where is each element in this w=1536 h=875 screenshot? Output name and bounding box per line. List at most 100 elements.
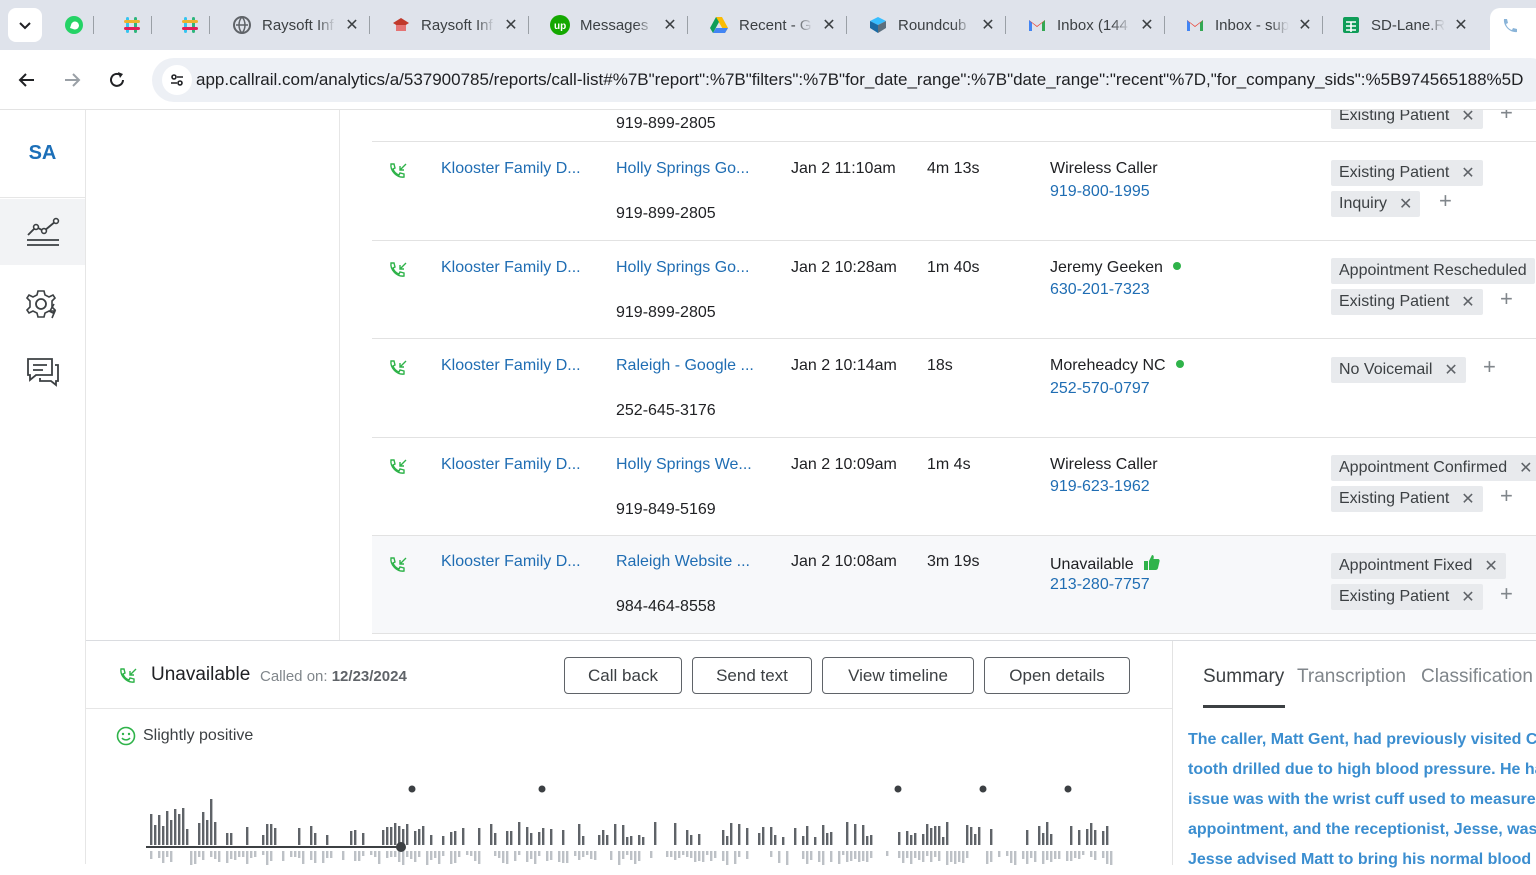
tab-roundcube[interactable]: Roundcub ✕ <box>868 8 1006 42</box>
send-text-button[interactable]: Send text <box>692 657 812 694</box>
remove-tag-icon[interactable]: ✕ <box>1399 194 1412 214</box>
remove-tag-icon[interactable]: ✕ <box>1461 110 1474 126</box>
source-link[interactable]: Holly Springs Go... <box>616 160 749 178</box>
waveform-bar-bottom <box>714 851 717 858</box>
table-row[interactable]: 919-899-2805 Existing Patient ✕ + <box>372 110 1536 142</box>
remove-tag-icon[interactable]: ✕ <box>1484 556 1497 576</box>
caller-phone-link[interactable]: 630-201-7323 <box>1050 281 1150 299</box>
speaker-marker[interactable] <box>538 785 546 793</box>
close-tab-icon[interactable]: ✕ <box>1139 17 1155 34</box>
remove-tag-icon[interactable]: ✕ <box>1461 489 1474 509</box>
caller-phone-link[interactable]: 919-623-1962 <box>1050 478 1150 496</box>
caller-name: Wireless Caller <box>1050 456 1158 473</box>
tab-search-button[interactable] <box>8 8 42 42</box>
remove-tag-icon[interactable]: ✕ <box>1461 163 1474 183</box>
remove-tag-icon[interactable]: ✕ <box>1519 458 1532 478</box>
add-tag-icon[interactable]: + <box>1500 110 1513 126</box>
tab-gmail-1[interactable]: Inbox (144 ✕ <box>1027 8 1165 42</box>
waveform-bar-bottom <box>502 851 505 863</box>
tag: Existing Patient ✕ <box>1331 584 1483 610</box>
tab-callrail-active[interactable] <box>1490 8 1536 50</box>
address-bar[interactable]: app.callrail.com/analytics/a/537900785/r… <box>152 58 1536 102</box>
caller-phone-link[interactable]: 919-800-1995 <box>1050 183 1150 201</box>
tab-whatsapp[interactable] <box>64 8 94 42</box>
waveform-bar-top <box>562 830 565 845</box>
tab-raysoft-1[interactable]: Raysoft Inf ✕ <box>232 8 370 42</box>
remove-tag-icon[interactable]: ✕ <box>1461 292 1474 312</box>
company-link[interactable]: Klooster Family D... <box>441 259 581 277</box>
tab-sheets[interactable]: SD-Lane.R ✕ <box>1341 8 1469 42</box>
account-logo[interactable]: SA <box>0 110 85 198</box>
view-timeline-button[interactable]: View timeline <box>822 657 974 694</box>
waveform-bar-bottom <box>850 851 853 861</box>
close-tab-icon[interactable]: ✕ <box>980 17 996 34</box>
tab-slack-1[interactable] <box>122 8 152 42</box>
table-row[interactable]: Klooster Family D... Raleigh - Google ..… <box>372 339 1536 438</box>
call-duration: 4m 13s <box>927 160 980 177</box>
waveform-bar-top <box>638 835 641 845</box>
call-back-button[interactable]: Call back <box>564 657 682 694</box>
speaker-marker[interactable] <box>894 785 902 793</box>
add-tag-icon[interactable]: + <box>1483 354 1496 380</box>
speaker-marker[interactable] <box>408 785 416 793</box>
waveform-bar-bottom <box>678 851 681 858</box>
site-info-icon[interactable] <box>162 65 192 95</box>
waveform-bar-bottom <box>442 851 445 856</box>
nav-item-analytics[interactable] <box>0 199 85 265</box>
open-details-button[interactable]: Open details <box>984 657 1130 694</box>
source-link[interactable]: Raleigh Website ... <box>616 553 750 571</box>
source-link[interactable]: Holly Springs We... <box>616 456 752 474</box>
table-row-selected[interactable]: Klooster Family D... Raleigh Website ...… <box>372 536 1536 634</box>
waveform-bar-top <box>354 830 357 845</box>
close-tab-icon[interactable]: ✕ <box>662 17 678 34</box>
speaker-marker[interactable] <box>979 785 987 793</box>
tag: Inquiry ✕ <box>1331 191 1421 217</box>
add-tag-icon[interactable]: + <box>1500 581 1513 607</box>
close-tab-icon[interactable]: ✕ <box>1453 17 1469 34</box>
tab-messages[interactable]: up Messages ✕ <box>550 8 688 42</box>
tab-classification[interactable]: Classification <box>1421 666 1533 688</box>
close-tab-icon[interactable]: ✕ <box>1297 17 1313 34</box>
waveform-bar-top <box>518 822 521 845</box>
remove-tag-icon[interactable]: ✕ <box>1444 360 1457 380</box>
tab-transcription[interactable]: Transcription <box>1297 666 1406 688</box>
remove-tag-icon[interactable]: ✕ <box>1461 587 1474 607</box>
nav-item-messages[interactable] <box>0 339 85 405</box>
audio-waveform[interactable] <box>146 781 1116 865</box>
company-link[interactable]: Klooster Family D... <box>441 553 581 571</box>
close-tab-icon[interactable]: ✕ <box>821 17 837 34</box>
close-tab-icon[interactable]: ✕ <box>503 17 519 34</box>
table-row[interactable]: Klooster Family D... Holly Springs We...… <box>372 438 1536 536</box>
add-tag-icon[interactable]: + <box>1439 188 1452 214</box>
nav-item-settings[interactable] <box>0 271 85 337</box>
forward-button[interactable] <box>55 63 89 97</box>
waveform-bar-bottom <box>294 851 297 857</box>
waveform-bar-top <box>758 833 761 845</box>
company-link[interactable]: Klooster Family D... <box>441 357 581 375</box>
table-row[interactable]: Klooster Family D... Holly Springs Go...… <box>372 241 1536 339</box>
add-tag-icon[interactable]: + <box>1500 286 1513 312</box>
waveform-bar-bottom <box>1102 851 1105 858</box>
source-link[interactable]: Raleigh - Google ... <box>616 357 754 375</box>
back-button[interactable] <box>10 63 44 97</box>
playhead-handle[interactable] <box>396 842 406 852</box>
caller-phone-link[interactable]: 252-570-0797 <box>1050 380 1150 398</box>
tag: Appointment Fixed ✕ <box>1331 553 1506 579</box>
tab-raysoft-2[interactable]: Raysoft Inf ✕ <box>391 8 529 42</box>
tab-slack-2[interactable] <box>180 8 210 42</box>
tab-summary[interactable]: Summary <box>1203 666 1284 688</box>
waveform-bar-top <box>530 833 533 845</box>
tab-drive[interactable]: Recent - G ✕ <box>709 8 847 42</box>
close-tab-icon[interactable]: ✕ <box>344 17 360 34</box>
company-link[interactable]: Klooster Family D... <box>441 456 581 474</box>
waveform-bar-bottom <box>870 851 873 858</box>
add-tag-icon[interactable]: + <box>1500 483 1513 509</box>
company-link[interactable]: Klooster Family D... <box>441 160 581 178</box>
source-link[interactable]: Holly Springs Go... <box>616 259 749 277</box>
waveform-bar-top <box>1106 826 1109 845</box>
reload-button[interactable] <box>100 63 134 97</box>
tab-gmail-2[interactable]: Inbox - sup ✕ <box>1185 8 1323 42</box>
speaker-marker[interactable] <box>1064 785 1072 793</box>
caller-phone-link[interactable]: 213-280-7757 <box>1050 576 1150 594</box>
table-row[interactable]: Klooster Family D... Holly Springs Go...… <box>372 142 1536 241</box>
